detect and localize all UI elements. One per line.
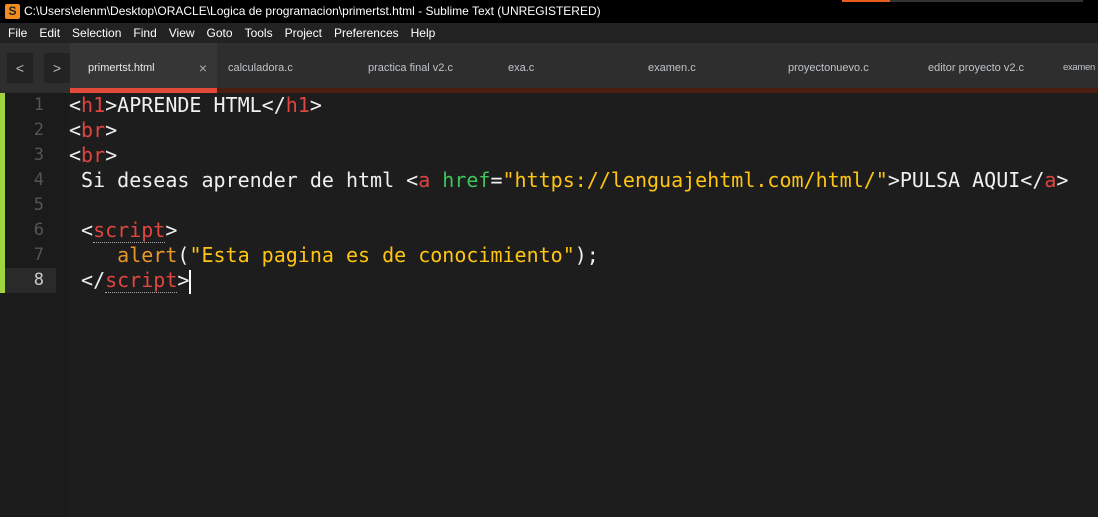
menu-selection[interactable]: Selection [72,23,121,43]
menu-bar: File Edit Selection Find View Goto Tools… [0,23,1098,43]
line-number: 1 [33,95,44,115]
code-line-2: <br> [69,118,118,142]
menu-edit[interactable]: Edit [39,23,60,43]
sublime-logo-icon: S [5,4,20,19]
tab-label: calculadora.c [228,62,293,74]
tab-label: examen.c [648,62,696,74]
menu-file[interactable]: File [8,23,27,43]
tab-label: primertst.html [88,62,155,74]
tab-examen-2[interactable]: examen [1057,43,1098,93]
tab-primertst-html[interactable]: primertst.html × [70,43,217,93]
title-bar: S C:\Users\elenm\Desktop\ORACLE\Logica d… [0,0,1098,23]
tab-forward-button[interactable]: > [44,53,70,83]
window-control-accent [842,0,890,2]
tab-practica-final[interactable]: practica final v2.c [357,43,497,93]
line-number: 2 [33,120,44,140]
code-line-3: <br> [69,143,118,167]
tab-proyectonuevo[interactable]: proyectonuevo.c [777,43,917,93]
tab-label: practica final v2.c [368,62,453,74]
menu-preferences[interactable]: Preferences [334,23,399,43]
tab-exa[interactable]: exa.c [497,43,637,93]
tab-label: editor proyecto v2.c [928,62,1024,74]
line-number: 7 [33,245,44,265]
line-number: 6 [33,220,44,240]
line-number: 4 [33,170,44,190]
close-icon[interactable]: × [199,43,207,93]
text-cursor [189,269,192,294]
code-line-7: alert("Esta pagina es de conocimiento"); [117,243,599,267]
menu-tools[interactable]: Tools [245,23,273,43]
menu-find[interactable]: Find [133,23,156,43]
code-line-4: Si deseas aprender de html <a href="http… [69,168,1069,192]
tab-label: exa.c [508,62,535,74]
line-number-current: 8 [5,268,56,293]
code-editor[interactable]: <h1>APRENDE HTML</h1> <br> <br> Si desea… [69,93,1069,294]
code-line-6: <script> [69,218,178,243]
window-control-strip [890,0,1083,2]
menu-project[interactable]: Project [285,23,322,43]
tab-editor-proyecto[interactable]: editor proyecto v2.c [917,43,1057,93]
code-line-1: <h1>APRENDE HTML</h1> [69,93,322,117]
tab-back-button[interactable]: < [7,53,33,83]
tab-bar: < > primertst.html × calculadora.c practi… [0,43,1098,93]
tab-examen[interactable]: examen.c [637,43,777,93]
line-gutter: 1 2 3 4 5 6 7 8 [0,93,68,517]
line-number: 3 [33,145,44,165]
line-number: 5 [33,195,44,215]
window-title: C:\Users\elenm\Desktop\ORACLE\Logica de … [24,4,601,18]
menu-help[interactable]: Help [411,23,436,43]
menu-goto[interactable]: Goto [207,23,233,43]
menu-view[interactable]: View [169,23,195,43]
code-line-8: </script> [69,268,192,294]
tab-calculadora[interactable]: calculadora.c [217,43,357,93]
tab-label: examen [1063,62,1095,73]
tab-label: proyectonuevo.c [788,62,869,74]
